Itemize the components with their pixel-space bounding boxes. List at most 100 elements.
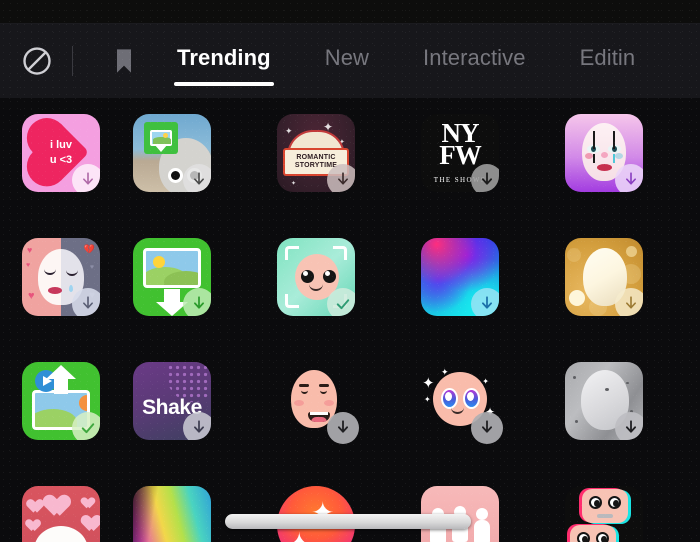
bokeh-light <box>569 290 585 306</box>
download-arrow-icon <box>194 172 204 185</box>
eye-icon <box>608 496 621 509</box>
speck-decor <box>575 420 578 423</box>
tab-trending[interactable]: Trending <box>169 24 279 92</box>
download-badge[interactable] <box>183 412 211 440</box>
sticker-photo-download-landscape[interactable] <box>133 114 211 192</box>
eye-icon <box>301 270 314 283</box>
grid-cell <box>532 486 676 542</box>
download-badge[interactable] <box>72 288 100 316</box>
sticker-sparkle-big-eyes-face[interactable]: ✦ ✦ ✦ ✦ ✦ <box>421 362 503 444</box>
download-arrow-icon <box>337 420 349 433</box>
sticker-pink-hearts-blob[interactable] <box>22 486 100 542</box>
download-badge[interactable] <box>183 164 211 192</box>
tab-new[interactable]: New <box>317 24 377 92</box>
downloaded-badge[interactable] <box>72 412 100 440</box>
heart-icon <box>26 514 39 525</box>
mouth-icon <box>308 412 330 422</box>
grid-cell <box>100 114 244 238</box>
sticker-romantic-storytime-marquee[interactable]: ✦ ✦ ✦ ✦ ROMANTIC STORYTIME <box>277 114 355 192</box>
favorites-button[interactable] <box>101 38 147 84</box>
nose-icon <box>601 152 608 158</box>
eye-icon <box>301 390 308 394</box>
download-badge[interactable] <box>72 164 100 192</box>
scan-corner-icon <box>285 246 299 260</box>
download-arrow-icon <box>83 296 93 309</box>
tab-editing[interactable]: Editin <box>572 24 644 92</box>
sticker-glitch-face-pair[interactable] <box>565 486 643 542</box>
face-block-shape <box>582 489 628 523</box>
person-icon <box>474 508 490 542</box>
upload-arrow-icon <box>46 365 76 394</box>
grid-cell: NY FW THE SHOWS <box>388 114 532 238</box>
sparkle-icon: ✦ <box>422 375 435 392</box>
tab-label: New <box>324 45 370 70</box>
sticker-aurora-gradient[interactable] <box>133 486 211 542</box>
blush-icon <box>585 153 593 159</box>
sticker-gold-bokeh-egg[interactable] <box>565 238 643 316</box>
sticker-browser-screen: Trending New Interactive Editin i luv u … <box>0 0 700 542</box>
download-badge[interactable] <box>327 412 359 444</box>
grid-cell: ♥ ♥ ♥ 💔 ♥ ♥ <box>0 238 100 362</box>
tab-label: Interactive <box>423 45 526 70</box>
download-arrow-icon <box>194 296 204 309</box>
download-arrow-icon <box>625 420 637 433</box>
sparkle-icon: ✦ <box>291 181 297 187</box>
download-arrow-icon <box>626 172 636 185</box>
download-badge[interactable] <box>183 288 211 316</box>
prohibited-circle-icon <box>23 47 51 75</box>
grid-cell: ✦ ✦ ✦ ✦ ROMANTIC STORYTIME <box>244 114 388 238</box>
sticker-clown-face[interactable] <box>565 114 643 192</box>
sticker-gradient-mesh[interactable] <box>421 238 499 316</box>
sticker-i-luv-u-heart[interactable]: i luv u <3 <box>22 114 100 192</box>
bokeh-light <box>567 248 581 262</box>
sticker-face-scan-mint[interactable] <box>277 238 355 316</box>
sticker-gray-stone-blob[interactable] <box>565 362 643 440</box>
photo-icon <box>143 248 201 288</box>
eye-icon <box>441 388 458 409</box>
no-sticker-button[interactable] <box>14 38 60 84</box>
sticker-shake-card[interactable]: Shake <box>133 362 211 440</box>
sticker-grid[interactable]: i luv u <3 ✦ ✦ ✦ ✦ ROMANTIC STORYTIME NY… <box>0 98 700 542</box>
clown-stripe-icon <box>593 131 595 149</box>
sticker-glitch-grin-face[interactable] <box>277 362 359 444</box>
speck-decor <box>605 388 609 391</box>
sticker-green-video-upload[interactable] <box>22 362 100 440</box>
sticker-row: Shake ✦ ✦ ✦ ✦ <box>0 362 700 486</box>
heart-icon <box>81 508 98 523</box>
eyebrow-icon <box>319 384 329 387</box>
heart-icon: ♥ <box>27 245 33 255</box>
white-blob-shape <box>34 526 88 542</box>
download-badge[interactable] <box>471 164 499 192</box>
grid-cell <box>100 486 244 542</box>
toolbar-divider <box>72 46 73 76</box>
sticker-comedy-tragedy-masks[interactable]: ♥ ♥ ♥ 💔 ♥ ♥ <box>22 238 100 316</box>
face-block-shape <box>570 525 616 542</box>
bokeh-light <box>626 246 637 257</box>
eye-icon <box>577 532 590 542</box>
eye-icon <box>44 269 56 275</box>
grid-cell: Shake <box>100 362 244 486</box>
download-badge[interactable] <box>327 164 355 192</box>
download-badge[interactable] <box>615 288 643 316</box>
heart-icon: ♥ <box>89 264 94 271</box>
download-badge[interactable] <box>471 412 503 444</box>
download-badge[interactable] <box>615 164 643 192</box>
eyebrow-icon <box>299 384 309 387</box>
tab-label: Editin <box>579 45 636 70</box>
grid-cell <box>0 362 100 486</box>
grid-cell <box>388 238 532 362</box>
blush-icon <box>615 153 623 159</box>
grid-cell <box>244 238 388 362</box>
download-badge[interactable] <box>471 288 499 316</box>
active-tab-underline <box>173 82 274 86</box>
sticker-nyfw-the-shows[interactable]: NY FW THE SHOWS <box>421 114 499 192</box>
sticker-green-photo-download[interactable] <box>133 238 211 316</box>
category-tab-bar: Trending New Interactive Editin <box>0 24 700 98</box>
grid-cell <box>100 238 244 362</box>
downloaded-badge[interactable] <box>327 288 355 316</box>
sparkle-icon: ✦ <box>424 395 431 404</box>
tab-interactive[interactable]: Interactive <box>415 24 534 92</box>
scroll-drag-handle[interactable] <box>225 514 471 529</box>
download-badge[interactable] <box>615 412 643 440</box>
clown-stripe-icon <box>593 154 595 163</box>
